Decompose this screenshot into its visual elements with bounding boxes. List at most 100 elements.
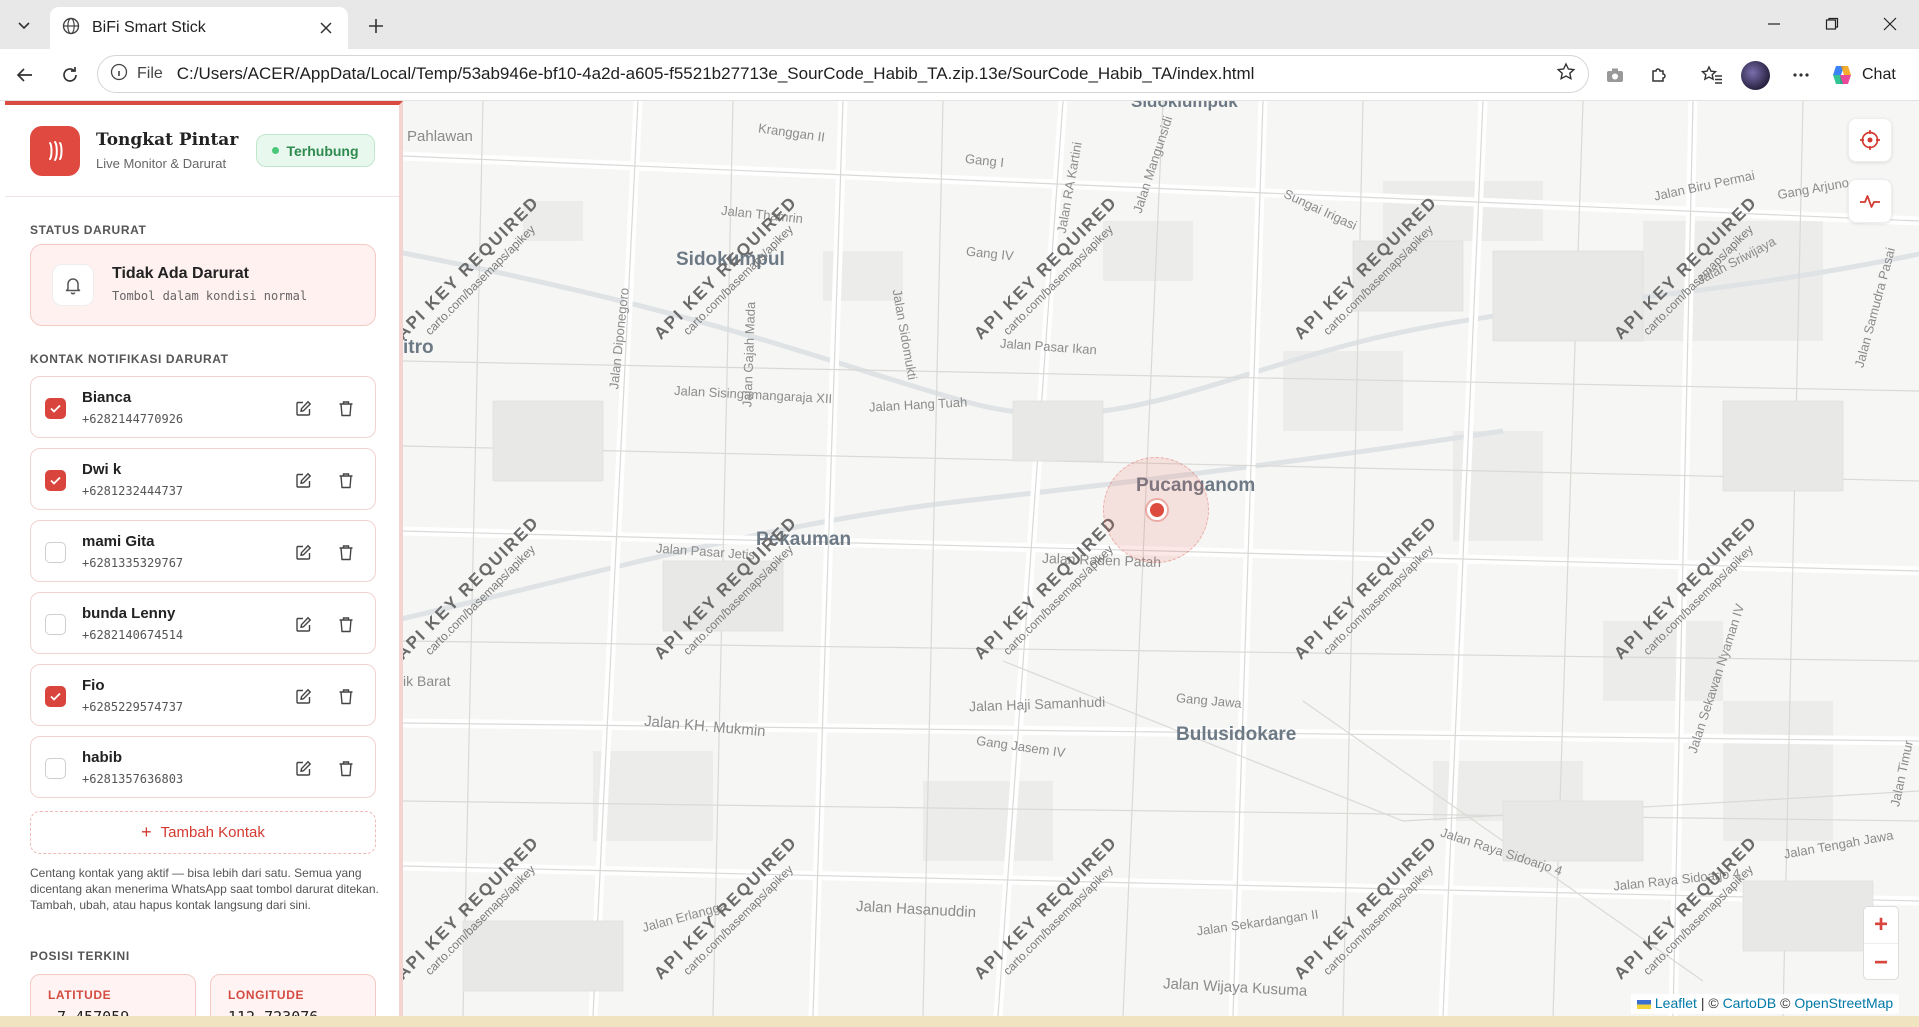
latitude-value: -7.457059 xyxy=(48,1008,129,1016)
bell-icon xyxy=(52,264,94,306)
tab-list-chevron-icon[interactable] xyxy=(8,10,40,40)
zoom-in-button[interactable]: + xyxy=(1864,907,1898,944)
longitude-card: LONGITUDE 112.723076 xyxy=(210,974,376,1016)
contact-card: bunda Lenny +6282140674514 xyxy=(30,592,376,654)
edit-icon[interactable] xyxy=(293,686,313,706)
sidebar-panel: Tongkat Pintar Live Monitor & Darurat Te… xyxy=(5,101,403,1016)
add-contact-button[interactable]: + Tambah Kontak xyxy=(30,811,376,854)
contact-phone: +6281357636803 xyxy=(82,772,184,786)
contact-card: Fio +6285229574737 xyxy=(30,664,376,726)
contact-name: Dwi k xyxy=(82,461,122,478)
status-dot xyxy=(272,147,280,154)
map-place-label: Bulusidokare xyxy=(1176,724,1297,745)
recenter-crosshair-icon[interactable] xyxy=(1848,118,1892,162)
location-marker[interactable] xyxy=(1147,500,1167,520)
connection-status-text: Terhubung xyxy=(286,142,359,159)
activity-pulse-icon[interactable] xyxy=(1848,179,1892,223)
trash-icon[interactable] xyxy=(336,758,356,778)
trash-icon[interactable] xyxy=(336,470,356,490)
trash-icon[interactable] xyxy=(336,542,356,562)
contact-phone: +6282144770926 xyxy=(82,412,184,426)
browser-toolbar: File C:/Users/ACER/AppData/Local/Temp/53… xyxy=(0,49,1919,101)
contacts-help-text: Centang kontak yang aktif — bisa lebih d… xyxy=(30,866,379,912)
minimize-icon[interactable] xyxy=(1745,0,1803,48)
emergency-status-subtitle: Tombol dalam kondisi normal xyxy=(112,289,308,303)
screenshot-camera-icon[interactable] xyxy=(1599,59,1631,91)
edit-icon[interactable] xyxy=(293,470,313,490)
openstreetmap-link[interactable]: OpenStreetMap xyxy=(1794,995,1893,1011)
check-icon xyxy=(50,476,61,485)
map-place-label: Pahlawan xyxy=(407,128,473,145)
leaflet-link[interactable]: Leaflet xyxy=(1655,995,1697,1011)
check-icon xyxy=(50,692,61,701)
reload-icon[interactable] xyxy=(54,59,86,91)
cartodb-link[interactable]: CartoDB xyxy=(1723,995,1777,1011)
edit-icon[interactable] xyxy=(293,542,313,562)
trash-icon[interactable] xyxy=(336,398,356,418)
brand-header: Tongkat Pintar Live Monitor & Darurat Te… xyxy=(5,105,399,197)
contact-name: bunda Lenny xyxy=(82,605,176,622)
contact-card: Dwi k +6281232444737 xyxy=(30,448,376,510)
address-bar[interactable]: File C:/Users/ACER/AppData/Local/Temp/53… xyxy=(97,55,1589,93)
page-content: Tongkat Pintar Live Monitor & Darurat Te… xyxy=(0,101,1919,1016)
attribution-separator: | © xyxy=(1700,995,1719,1011)
contact-phone: +6281335329767 xyxy=(82,556,184,570)
contact-name: mami Gita xyxy=(82,533,155,550)
contact-checkbox[interactable] xyxy=(45,398,66,419)
back-arrow-icon[interactable] xyxy=(9,59,41,91)
check-icon xyxy=(50,404,61,413)
profile-avatar[interactable] xyxy=(1741,61,1770,90)
contact-phone: +6281232444737 xyxy=(82,484,184,498)
emergency-section-heading: STATUS DARURAT xyxy=(30,223,147,237)
restore-icon[interactable] xyxy=(1803,0,1861,48)
globe-icon xyxy=(62,17,80,40)
more-menu-icon[interactable] xyxy=(1785,59,1817,91)
latitude-card: LATITUDE -7.457059 xyxy=(30,974,196,1016)
file-scheme-label: File xyxy=(137,65,163,82)
chat-label: Chat xyxy=(1862,66,1896,83)
close-tab-icon[interactable] xyxy=(316,18,336,38)
app-title: Tongkat Pintar xyxy=(96,130,239,150)
star-icon[interactable] xyxy=(1556,61,1576,87)
longitude-value: 112.723076 xyxy=(228,1008,318,1016)
map-view[interactable]: Sidokumpul Pucanganom Pekauman Bulusidok… xyxy=(403,101,1919,1016)
contact-checkbox[interactable] xyxy=(45,614,66,635)
edit-icon[interactable] xyxy=(293,614,313,634)
zoom-control: + − xyxy=(1863,906,1899,980)
latitude-label: LATITUDE xyxy=(48,988,112,1002)
plus-icon: + xyxy=(141,822,152,842)
connection-status-badge: Terhubung xyxy=(256,134,375,167)
trash-icon[interactable] xyxy=(336,614,356,634)
zoom-out-button[interactable]: − xyxy=(1864,944,1898,981)
contact-checkbox[interactable] xyxy=(45,686,66,707)
attribution-separator: © xyxy=(1780,995,1791,1011)
emergency-status-card: Tidak Ada Darurat Tombol dalam kondisi n… xyxy=(30,244,376,326)
edit-icon[interactable] xyxy=(293,398,313,418)
contact-name: habib xyxy=(82,749,122,766)
os-taskbar-edge xyxy=(0,1016,1919,1027)
map-place-label: Sidoklumpuk xyxy=(1131,101,1238,111)
contact-checkbox[interactable] xyxy=(45,470,66,491)
contact-checkbox[interactable] xyxy=(45,758,66,779)
edit-icon[interactable] xyxy=(293,758,313,778)
contact-card: Bianca +6282144770926 xyxy=(30,376,376,438)
close-window-icon[interactable] xyxy=(1861,0,1919,48)
position-section-heading: POSISI TERKINI xyxy=(30,949,130,963)
copilot-chat-button[interactable]: Chat xyxy=(1830,59,1896,91)
url-text[interactable]: C:/Users/ACER/AppData/Local/Temp/53ab946… xyxy=(177,64,1556,84)
contact-checkbox[interactable] xyxy=(45,542,66,563)
browser-tab[interactable]: BiFi Smart Stick xyxy=(50,7,348,49)
favorites-icon[interactable] xyxy=(1696,59,1728,91)
new-tab-icon[interactable] xyxy=(362,12,390,40)
copilot-icon xyxy=(1830,63,1854,87)
browser-tabstrip: BiFi Smart Stick xyxy=(0,0,1919,49)
info-icon[interactable] xyxy=(110,63,128,86)
tab-title: BiFi Smart Stick xyxy=(92,19,206,36)
contact-card: habib +6281357636803 xyxy=(30,736,376,798)
contact-phone: +6282140674514 xyxy=(82,628,184,642)
signal-waves-icon xyxy=(30,126,80,176)
contact-card: mami Gita +6281335329767 xyxy=(30,520,376,582)
extensions-puzzle-icon[interactable] xyxy=(1643,59,1675,91)
contact-name: Fio xyxy=(82,677,105,694)
trash-icon[interactable] xyxy=(336,686,356,706)
